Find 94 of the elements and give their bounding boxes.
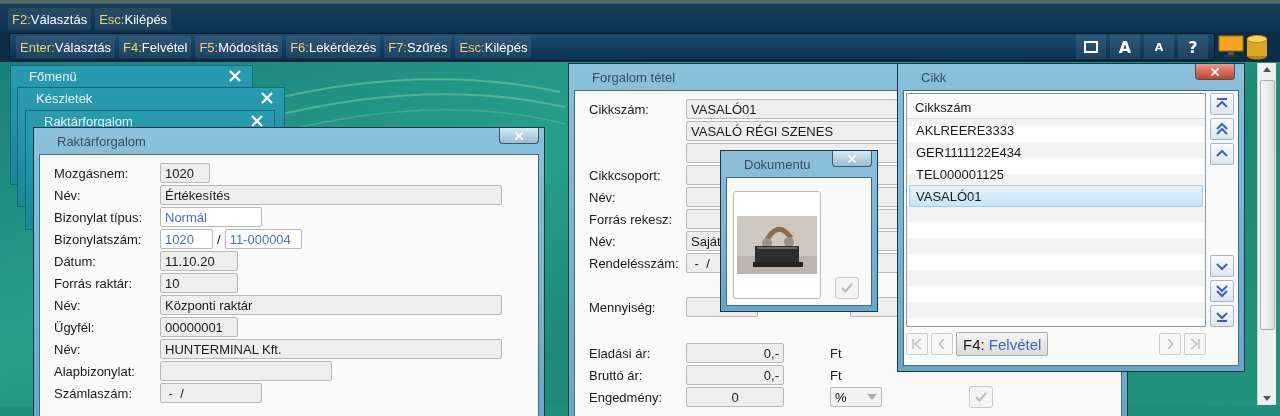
down-button[interactable]	[1210, 255, 1234, 277]
first-button[interactable]	[1210, 93, 1234, 115]
shortcut-hint[interactable]: Esc:Kilépés	[95, 8, 172, 30]
window-title: Dokumentu	[744, 156, 811, 172]
field-label: Dátum:	[54, 253, 97, 269]
close-icon	[1210, 66, 1220, 77]
window-size-button[interactable]	[1076, 35, 1106, 59]
field-label: Cikkcsoport:	[589, 167, 662, 183]
field-label: Ügyfél:	[54, 319, 96, 335]
input-field[interactable]: 11.10.20	[160, 251, 238, 271]
window-icon	[1084, 41, 1098, 53]
unit-text: Ft	[830, 345, 842, 361]
chevron-right-icon	[1164, 338, 1176, 350]
input-field[interactable]: 1020	[160, 163, 210, 183]
page-down-button[interactable]	[1210, 280, 1234, 302]
field-label: Cikkszám:	[589, 101, 650, 117]
input-field[interactable]: 1020	[160, 229, 213, 249]
close-icon	[514, 130, 524, 141]
list-item[interactable]: VASALÓ01	[909, 185, 1203, 207]
up-button[interactable]	[1210, 143, 1234, 165]
field-label: Név:	[589, 189, 617, 205]
font-button[interactable]: ?	[1178, 35, 1208, 59]
field-label: Név:	[54, 297, 82, 313]
separator-text: /	[217, 231, 221, 247]
input-field[interactable]: Normál	[160, 207, 262, 227]
shortcut-hint[interactable]: F6:Lekérdezés	[286, 36, 381, 58]
field-label: Bizonylatszám:	[54, 231, 143, 247]
window-title: Forgalom tétel	[592, 69, 676, 85]
field-label: Név:	[589, 233, 617, 249]
shortcut-hint[interactable]: F2:Választás	[8, 8, 92, 30]
input-field[interactable]: 0	[686, 387, 784, 407]
field-label: Forrás rekesz:	[589, 211, 674, 227]
window-title: Raktárforgalom	[44, 114, 133, 129]
input-field[interactable]: HUNTERMINAL Kft.	[160, 339, 502, 359]
dropdown-arrow-icon	[867, 394, 877, 400]
input-field[interactable]: 0,-	[686, 343, 784, 363]
coins-icon[interactable]	[1246, 34, 1268, 60]
close-button[interactable]	[1195, 64, 1235, 80]
shortcut-hint[interactable]: Esc:Kilépés	[455, 36, 532, 58]
field-label: Bizonylat típus:	[54, 209, 144, 225]
close-icon	[260, 91, 274, 105]
field-label: Név:	[54, 341, 82, 357]
input-field[interactable]: - /	[160, 383, 262, 403]
shortcut-hint[interactable]: F7:Szűrés	[384, 36, 452, 58]
page-up-button[interactable]	[1210, 118, 1234, 140]
close-icon	[847, 153, 857, 164]
field-label: Rendelésszám:	[589, 255, 680, 271]
field-label: Eladási ár:	[589, 345, 652, 361]
last-icon	[1189, 338, 1201, 350]
close-icon	[250, 114, 264, 128]
input-field[interactable]: 11-000004	[224, 229, 302, 249]
font-button[interactable]: A	[1144, 35, 1174, 59]
field-label: Mennyiség:	[589, 299, 657, 315]
input-field[interactable]: 10	[160, 273, 238, 293]
close-icon	[228, 69, 242, 83]
double-chevron-down-icon	[1214, 283, 1230, 299]
window-title: Cikk	[921, 69, 947, 85]
add-button[interactable]: F4: Felvétel	[956, 332, 1049, 356]
input-field[interactable]	[160, 361, 332, 381]
column-header: Cikkszám	[907, 96, 1205, 119]
first-icon	[911, 338, 923, 350]
list-item[interactable]: TEL000001125	[909, 163, 1203, 185]
window-title: Főmenü	[29, 69, 77, 84]
shortcut-hint[interactable]: F4:Felvétel	[119, 36, 192, 58]
check-icon	[974, 391, 988, 403]
font-button[interactable]: A	[1110, 35, 1140, 59]
scroll-bar[interactable]	[1257, 63, 1276, 405]
shortcut-hint[interactable]: F5:Módosítás	[195, 36, 283, 58]
field-label: Mozgásnem:	[54, 165, 130, 181]
scroll-down-icon	[1263, 396, 1271, 401]
scroll-up-icon	[1263, 67, 1271, 72]
field-label: Számlaszám:	[54, 385, 134, 401]
monitor-icon[interactable]	[1218, 34, 1244, 58]
close-button[interactable]	[499, 128, 539, 144]
window-title: Raktárforgalom	[57, 133, 146, 149]
input-field[interactable]: Értékesítés	[160, 185, 502, 205]
shortcut-hint[interactable]: Enter:Választás	[16, 36, 116, 58]
field-label: Alapbizonylat:	[54, 363, 136, 379]
unit-text: Ft	[830, 367, 842, 383]
input-field[interactable]: Központi raktár	[160, 295, 502, 315]
window-title: Készletek	[36, 91, 93, 106]
input-field[interactable]: 0,-	[686, 365, 784, 385]
check-icon	[840, 282, 854, 294]
double-chevron-up-icon	[1214, 121, 1230, 137]
last-button[interactable]	[1210, 305, 1234, 327]
unit-dropdown[interactable]: %	[830, 387, 882, 407]
chevron-left-icon	[936, 338, 948, 350]
close-button[interactable]	[832, 151, 872, 167]
list-item[interactable]: GER1111122E434	[909, 141, 1203, 163]
field-label: Név:	[54, 187, 82, 203]
field-label: Forrás raktár:	[54, 275, 133, 291]
field-label: Engedmény:	[589, 389, 663, 405]
field-label: Bruttó ár:	[589, 367, 644, 383]
input-field[interactable]: 00000001	[160, 317, 238, 337]
